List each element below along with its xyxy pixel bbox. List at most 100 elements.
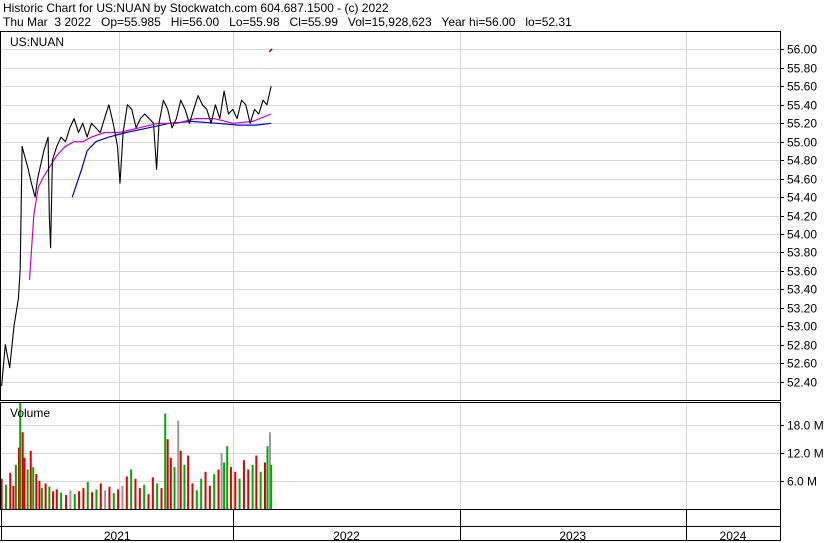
volume-bar	[95, 489, 98, 509]
price-tick-label: 54.60	[787, 173, 817, 187]
price-tick-label: 54.00	[787, 228, 817, 242]
volume-bar	[78, 491, 81, 509]
price-tick-label: 54.40	[787, 191, 817, 205]
volume-bar	[32, 467, 35, 509]
volume-bar	[69, 490, 72, 509]
volume-bar	[60, 492, 63, 509]
volume-bar	[213, 474, 216, 509]
price-tick-label: 55.40	[787, 99, 817, 113]
price-tick-label: 55.00	[787, 136, 817, 150]
volume-bar	[91, 492, 94, 509]
volume-bar	[29, 450, 32, 509]
volume-bar	[217, 469, 220, 509]
price-tick-label: 53.80	[787, 246, 817, 260]
volume-bar	[200, 478, 203, 509]
price-tick-label: 52.60	[787, 357, 817, 371]
volume-bar	[4, 484, 7, 509]
volume-bar	[187, 455, 190, 509]
volume-bar	[204, 471, 207, 509]
volume-bar	[9, 472, 12, 509]
price-tick-label: 54.20	[787, 210, 817, 224]
volume-bar	[208, 485, 211, 509]
volume-axis-labels: 18.0 M 12.0 M 6.0 M	[787, 419, 824, 489]
volume-bar	[226, 446, 229, 509]
volume-tick-label: 12.0 M	[787, 447, 824, 461]
volume-bar	[86, 482, 89, 509]
volume-bar	[238, 478, 241, 509]
volume-bar	[169, 457, 172, 509]
price-gridlines	[0, 31, 784, 400]
price-tick-label: 55.80	[787, 62, 817, 76]
volume-bar	[21, 432, 24, 509]
volume-bar	[179, 450, 182, 509]
price-tick-label: 53.60	[787, 265, 817, 279]
price-tick-label: 54.80	[787, 154, 817, 168]
close-price-line	[1, 86, 272, 387]
volume-bar	[130, 469, 133, 509]
volume-bar	[65, 495, 68, 509]
volume-bar	[147, 494, 150, 509]
volume-bar	[247, 469, 250, 509]
volume-bar	[156, 483, 159, 509]
volume-bar	[229, 467, 232, 509]
price-tick-label: 53.20	[787, 302, 817, 316]
volume-bar	[35, 474, 38, 509]
volume-bar	[82, 488, 85, 509]
price-axis-labels: 56.00 55.80 55.60 55.40 55.20 55.00 54.80 54.60…	[787, 43, 817, 390]
volume-bar	[108, 486, 111, 509]
volume-bar	[52, 491, 55, 509]
price-tick-label: 53.00	[787, 320, 817, 334]
volume-tick-label: 18.0 M	[787, 419, 824, 433]
volume-tick-label: 6.0 M	[787, 475, 817, 489]
volume-bar	[164, 413, 167, 509]
volume-bar	[173, 467, 176, 509]
volume-bar	[55, 489, 58, 509]
volume-bar	[138, 488, 141, 509]
panel-frames	[0, 31, 781, 541]
volume-bar	[12, 485, 15, 509]
volume-bar	[117, 489, 120, 509]
volume-bar	[223, 462, 226, 509]
volume-bar	[99, 483, 102, 509]
volume-bar	[266, 446, 269, 509]
volume-bar	[166, 439, 169, 509]
symbol-label: US:NUAN	[10, 35, 64, 49]
volume-bar	[23, 457, 26, 509]
volume-bar	[255, 455, 258, 509]
historic-chart: 56.00 55.80 55.60 55.40 55.20 55.00 54.80 54.60…	[0, 31, 824, 543]
volume-bar	[151, 477, 154, 509]
price-tick-label: 55.20	[787, 117, 817, 131]
price-tick-label: 55.60	[787, 80, 817, 94]
volume-bar	[191, 483, 194, 509]
volume-bar	[234, 471, 237, 509]
volume-bar	[251, 464, 254, 509]
volume-bar	[104, 490, 107, 509]
volume-bar	[14, 464, 17, 509]
volume-bar	[160, 488, 163, 509]
volume-bar	[259, 471, 262, 509]
price-tick-label: 56.00	[787, 43, 817, 57]
volume-bar	[195, 490, 198, 509]
volume-bar	[264, 462, 267, 509]
volume-bar	[112, 493, 115, 509]
volume-bar	[177, 420, 180, 509]
price-lines	[1, 48, 273, 387]
volume-bar	[125, 476, 128, 509]
volume-bar	[26, 469, 29, 509]
price-tick-label: 52.80	[787, 339, 817, 353]
volume-bar	[48, 486, 51, 509]
price-tick-label: 52.40	[787, 376, 817, 390]
volume-bar	[270, 464, 273, 509]
volume-bar	[44, 483, 47, 509]
volume-bar	[134, 478, 137, 509]
volume-bar	[38, 481, 41, 509]
volume-panel-label: Volume	[10, 406, 50, 420]
volume-bar	[143, 484, 146, 509]
volume-bar	[242, 460, 245, 509]
volume-bar	[121, 485, 124, 509]
volume-bar	[40, 488, 43, 509]
volume-bar	[183, 464, 186, 509]
price-tick-label: 53.40	[787, 283, 817, 297]
volume-bar	[220, 453, 223, 509]
volume-bar	[73, 494, 76, 509]
